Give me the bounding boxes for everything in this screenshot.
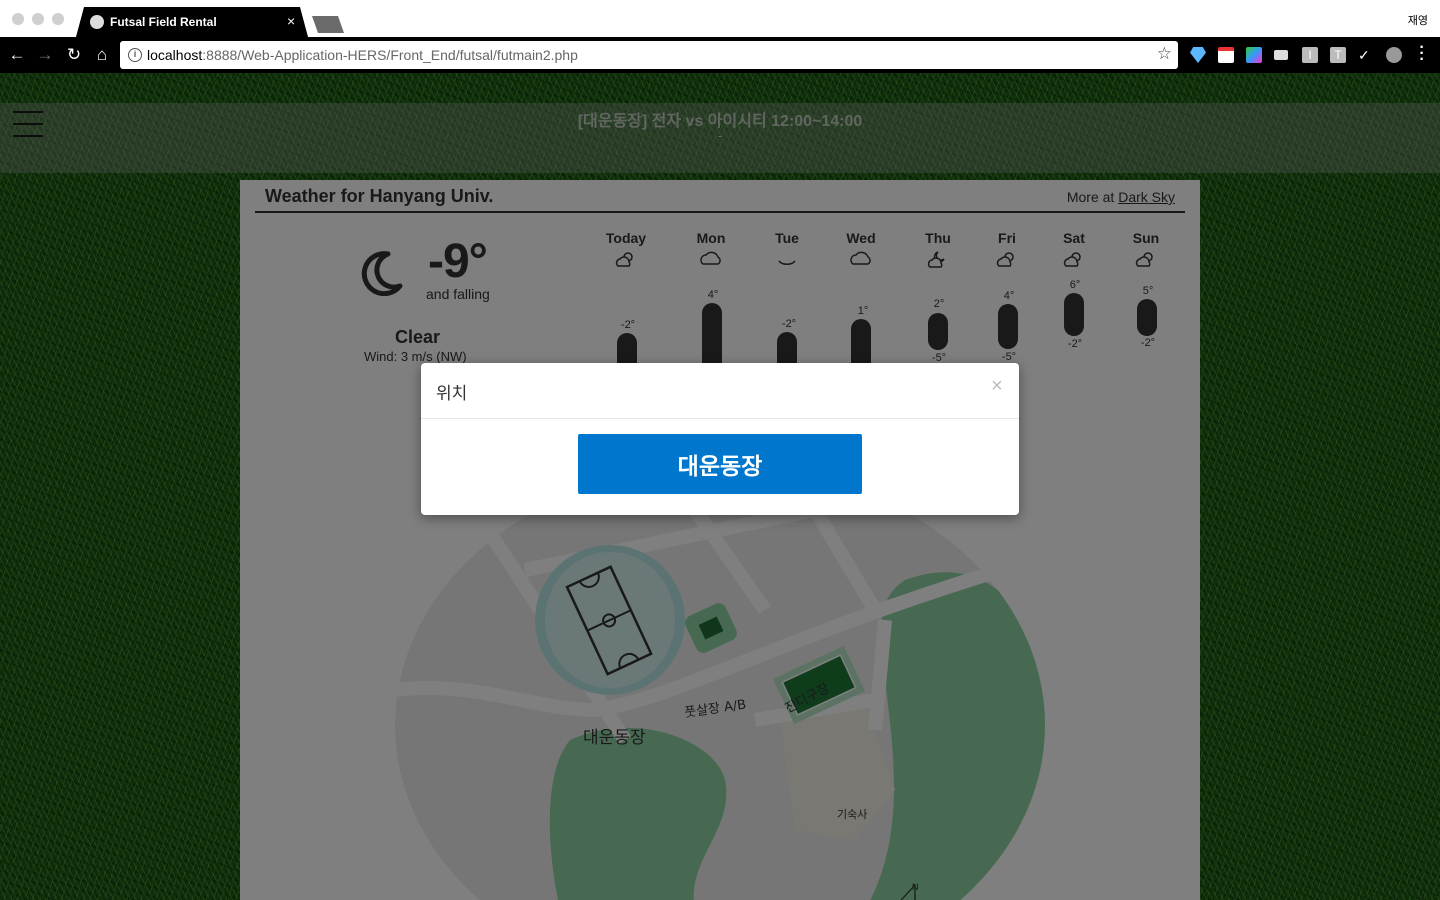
close-window-button[interactable]	[12, 13, 24, 25]
tab-close-icon[interactable]: ×	[287, 13, 295, 29]
globe-icon[interactable]	[1386, 47, 1402, 63]
forward-icon[interactable]: →	[33, 43, 57, 67]
text-icon[interactable]: I	[1302, 47, 1318, 63]
color-icon[interactable]	[1246, 47, 1262, 63]
text-icon[interactable]: T	[1330, 47, 1346, 63]
news-icon[interactable]	[1218, 47, 1234, 63]
new-tab-button[interactable]	[312, 16, 344, 33]
modal-header: 위치 ×	[421, 363, 1019, 419]
tab-strip: Futsal Field Rental × 재영	[0, 0, 1440, 37]
browser-toolbar: ← → ↻ ⌂ i localhost:8888/Web-Application…	[0, 37, 1440, 73]
home-icon[interactable]: ⌂	[90, 43, 114, 67]
browser-tab[interactable]: Futsal Field Rental ×	[76, 7, 308, 37]
tab-title: Futsal Field Rental	[110, 15, 217, 29]
address-bar[interactable]: i localhost:8888/Web-Application-HERS/Fr…	[120, 41, 1178, 69]
reload-icon[interactable]: ↻	[62, 43, 86, 67]
url-text[interactable]: localhost:8888/Web-Application-HERS/Fron…	[147, 47, 578, 63]
brush-icon[interactable]: ✓	[1358, 47, 1372, 63]
favicon-icon	[90, 15, 104, 29]
close-icon[interactable]: ×	[991, 375, 1003, 398]
back-icon[interactable]: ←	[5, 43, 29, 67]
bookmark-star-icon[interactable]: ☆	[1157, 44, 1172, 64]
zoom-window-button[interactable]	[52, 13, 64, 25]
profile-name[interactable]: 재영	[1408, 12, 1428, 28]
page-content: [대운동장] 전자 vs 아이시티 12:00~14:00 - Weather …	[0, 73, 1440, 900]
browser-menu-icon[interactable]: · · ·	[1416, 40, 1428, 68]
card-icon[interactable]	[1274, 50, 1288, 60]
location-modal: 위치 × 대운동장	[421, 363, 1019, 515]
modal-title: 위치	[436, 384, 468, 404]
shield-icon[interactable]	[1190, 47, 1206, 63]
minimize-window-button[interactable]	[32, 13, 44, 25]
info-icon[interactable]: i	[128, 48, 142, 62]
location-button-main-field[interactable]: 대운동장	[578, 434, 862, 494]
